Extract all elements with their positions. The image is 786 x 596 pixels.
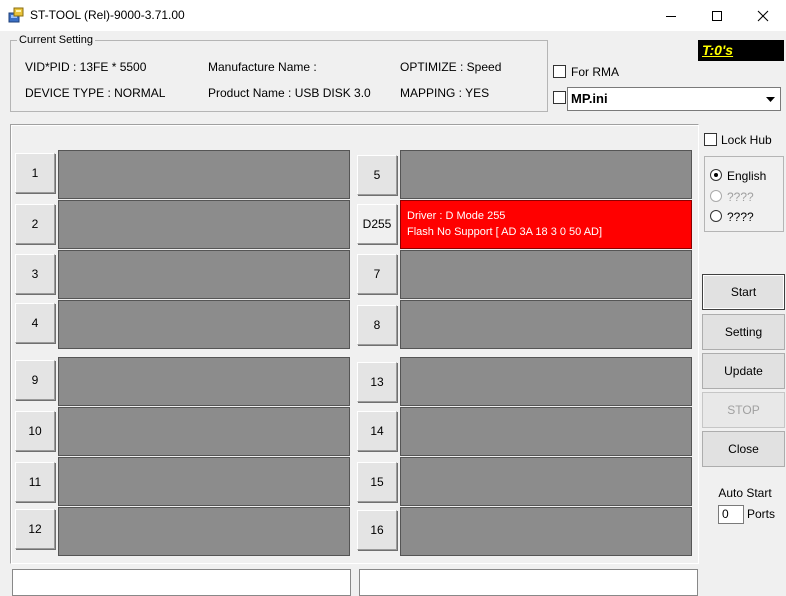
port-slot-7 bbox=[400, 250, 692, 299]
port-button-2[interactable]: 2 bbox=[15, 204, 55, 244]
port-button-4[interactable]: 4 bbox=[15, 303, 55, 343]
maximize-button[interactable] bbox=[694, 0, 740, 31]
port-slot-15 bbox=[400, 457, 692, 506]
close-button[interactable]: Close bbox=[702, 431, 785, 467]
port-slot-2 bbox=[58, 200, 350, 249]
language-label-3: ???? bbox=[727, 210, 754, 224]
current-setting-group bbox=[10, 40, 548, 112]
port-button-11[interactable]: 11 bbox=[15, 462, 55, 502]
language-radio-2[interactable] bbox=[710, 190, 722, 202]
status-panel-left bbox=[12, 569, 351, 596]
port-button-13[interactable]: 13 bbox=[357, 362, 397, 402]
stop-button[interactable]: STOP bbox=[702, 392, 785, 428]
dropdown-button[interactable] bbox=[762, 89, 779, 109]
port-button-3[interactable]: 3 bbox=[15, 254, 55, 294]
lock-hub-checkbox[interactable] bbox=[704, 133, 717, 146]
language-radio-3[interactable] bbox=[710, 210, 722, 222]
ini-checkbox[interactable] bbox=[553, 91, 566, 104]
language-radio-english[interactable] bbox=[710, 169, 722, 181]
manufacture-name-label: Manufacture Name : bbox=[208, 60, 317, 74]
for-rma-checkbox[interactable] bbox=[553, 65, 566, 78]
maximize-icon bbox=[712, 10, 722, 21]
port-button-12[interactable]: 12 bbox=[15, 509, 55, 549]
port-button-7[interactable]: 7 bbox=[357, 254, 397, 294]
device-type-label: DEVICE TYPE : NORMAL bbox=[25, 86, 166, 100]
app-icon bbox=[8, 7, 24, 23]
port-slot-4 bbox=[58, 300, 350, 349]
port-slot-11 bbox=[58, 457, 350, 506]
language-label-english: English bbox=[727, 169, 767, 183]
port-slot-16 bbox=[400, 507, 692, 556]
vid-pid-label: VID*PID : 13FE * 5500 bbox=[25, 60, 147, 74]
port-slot-3 bbox=[58, 250, 350, 299]
product-name-label: Product Name : USB DISK 3.0 bbox=[208, 86, 371, 100]
port-slot-8 bbox=[400, 300, 692, 349]
optimize-label: OPTIMIZE : Speed bbox=[400, 60, 502, 74]
port-slot-12 bbox=[58, 507, 350, 556]
ports-unit-label: Ports bbox=[747, 507, 776, 521]
port-slot-10 bbox=[58, 407, 350, 456]
close-icon bbox=[757, 10, 769, 21]
port-button-15[interactable]: 15 bbox=[357, 462, 397, 502]
mapping-label: MAPPING : YES bbox=[400, 86, 490, 100]
port-slot-6: Driver : D Mode 255 Flash No Support [ A… bbox=[400, 200, 692, 249]
port-slot-1 bbox=[58, 150, 350, 199]
chevron-down-icon bbox=[766, 96, 775, 102]
close-window-button[interactable] bbox=[740, 0, 786, 31]
auto-start-ports-input[interactable]: 0 bbox=[718, 505, 744, 524]
port-slot-5 bbox=[400, 150, 692, 199]
ini-file-value: MP.ini bbox=[571, 91, 608, 106]
port-slot-9 bbox=[58, 357, 350, 406]
port-button-16[interactable]: 16 bbox=[357, 510, 397, 550]
timer-text: T:0's bbox=[702, 42, 734, 58]
update-button[interactable]: Update bbox=[702, 353, 785, 389]
lock-hub-label: Lock Hub bbox=[721, 133, 772, 147]
timer-display: T:0's bbox=[698, 40, 784, 61]
slot-6-driver-text: Driver : D Mode 255 bbox=[407, 210, 506, 222]
for-rma-label: For RMA bbox=[571, 65, 619, 79]
current-setting-legend: Current Setting bbox=[17, 34, 95, 47]
minimize-button[interactable] bbox=[648, 0, 694, 31]
port-button-10[interactable]: 10 bbox=[15, 411, 55, 451]
language-label-2: ???? bbox=[727, 190, 754, 204]
status-panel-right bbox=[359, 569, 698, 596]
port-button-14[interactable]: 14 bbox=[357, 411, 397, 451]
slot-6-error-text: Flash No Support [ AD 3A 18 3 0 50 AD] bbox=[407, 226, 603, 238]
window-title: ST-TOOL (Rel)-9000-3.71.00 bbox=[30, 8, 185, 22]
port-button-5[interactable]: 5 bbox=[357, 155, 397, 195]
port-button-1[interactable]: 1 bbox=[15, 153, 55, 193]
setting-button[interactable]: Setting bbox=[702, 314, 785, 350]
minimize-icon bbox=[666, 15, 676, 17]
port-button-9[interactable]: 9 bbox=[15, 360, 55, 400]
start-button[interactable]: Start bbox=[702, 274, 785, 310]
port-slot-14 bbox=[400, 407, 692, 456]
port-slot-13 bbox=[400, 357, 692, 406]
ini-file-select[interactable]: MP.ini bbox=[567, 87, 781, 111]
port-button-6[interactable]: D255 bbox=[357, 204, 397, 244]
auto-start-label: Auto Start bbox=[718, 486, 772, 500]
port-button-8[interactable]: 8 bbox=[357, 305, 397, 345]
